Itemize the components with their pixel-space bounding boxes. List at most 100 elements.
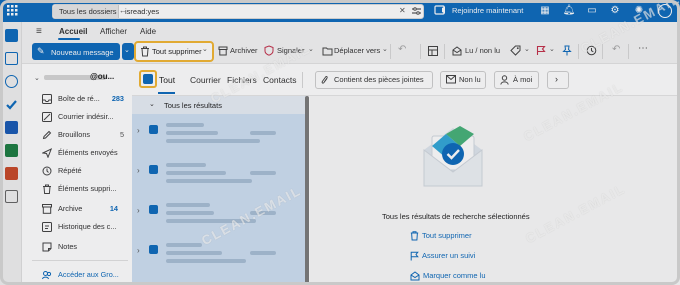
word-icon[interactable] [5, 121, 18, 134]
divider [302, 72, 303, 88]
folder-item-junk[interactable]: Courrier indésir... [22, 109, 132, 125]
more-apps-icon[interactable] [5, 190, 18, 203]
inbox-icon [42, 94, 52, 104]
join-now-button[interactable]: Rejoindre maintenant [452, 6, 523, 15]
chevron-down-icon[interactable]: ⌄ [549, 45, 555, 53]
reading-pane: Tous les résultats de recherche sélectio… [310, 96, 680, 285]
account-name[interactable]: @ou... [90, 72, 114, 81]
chevron-right-icon: › [137, 246, 140, 255]
folder-item-repeat[interactable]: Répété [22, 163, 132, 179]
unread-filter[interactable]: Non lu [440, 71, 486, 89]
checkbox-checked-icon[interactable] [149, 125, 158, 134]
mark-as-read-action-label: Marquer comme lu [423, 271, 486, 280]
ribbon-tabs: ≡ Accueil Afficher Aide [22, 22, 680, 40]
lightbulb-icon[interactable]: ✺ [632, 4, 646, 18]
follow-up-action-label: Assurer un suivi [422, 251, 476, 260]
tab-accueil[interactable]: Accueil [59, 27, 87, 36]
search-input[interactable]: isread:yes [125, 7, 159, 16]
tab-afficher[interactable]: Afficher [100, 27, 127, 36]
history-icon [42, 222, 52, 232]
folder-label: Archive [58, 204, 83, 213]
tab-courrier[interactable]: Courrier [190, 75, 221, 85]
teams-icon[interactable] [434, 4, 448, 18]
preview-redacted [166, 179, 252, 183]
trash-icon [140, 46, 150, 57]
toolbar: ✎ Nouveau message ⌄ Tout supprimer ⌄ Arc… [22, 40, 680, 64]
select-all-checkbox[interactable] [139, 70, 157, 88]
checkbox-checked-icon[interactable] [149, 165, 158, 174]
bell-icon[interactable]: 🔔︎ [562, 4, 576, 18]
list-item[interactable]: › [132, 195, 307, 233]
new-message-label: Nouveau message [51, 48, 114, 57]
list-item[interactable]: › [132, 235, 307, 273]
envelope-icon [446, 75, 456, 84]
grid-icon[interactable]: ▦ [538, 4, 552, 18]
search-scope-dropdown[interactable]: Tous les dossiers [53, 5, 119, 18]
list-item[interactable]: › [132, 115, 307, 153]
folder-label: Notes [58, 242, 78, 251]
megaphone-icon[interactable]: ▭ [585, 4, 599, 18]
tab-contacts[interactable]: Contacts [263, 75, 297, 85]
pin-icon[interactable] [562, 45, 572, 56]
filter-bar: Tout Courrier Fichiers Contacts Contient… [132, 64, 680, 96]
checkbox-checked-icon[interactable] [149, 205, 158, 214]
delete-all-action-label: Tout supprimer [422, 231, 472, 240]
tab-aide[interactable]: Aide [140, 27, 156, 36]
results-group-header[interactable]: ⌄ Tous les résultats [132, 96, 307, 114]
list-item[interactable]: › [132, 155, 307, 193]
table-view-icon[interactable] [428, 46, 438, 56]
folder-item-drafts[interactable]: Brouillons 5 [22, 127, 132, 143]
folder-move-icon [322, 46, 333, 56]
filter-icon[interactable] [411, 6, 422, 17]
tag-icon[interactable] [510, 45, 521, 56]
reply-all-icon[interactable]: ↶ [398, 44, 406, 55]
people-icon[interactable] [5, 75, 18, 88]
chevron-down-icon[interactable]: ⌄ [34, 74, 40, 82]
chevron-down-icon[interactable]: ⌄ [524, 45, 530, 53]
folder-label: Éléments envoyés [58, 148, 118, 157]
checkbox-checked-icon[interactable] [149, 245, 158, 254]
shield-icon [264, 45, 274, 56]
excel-icon[interactable] [5, 144, 18, 157]
new-message-dropdown[interactable]: ⌄ [122, 43, 134, 60]
chevron-down-icon: ⌄ [202, 46, 208, 53]
more-filters-button[interactable]: › [547, 71, 569, 89]
paperclip-icon [321, 75, 329, 85]
to-me-filter[interactable]: À moi [494, 71, 539, 89]
folder-pane: ⌄ @ou... Boîte de ré... 283 Courrier ind… [22, 64, 132, 285]
folder-item-sent[interactable]: Éléments envoyés [22, 145, 132, 161]
powerpoint-icon[interactable] [5, 167, 18, 180]
toolbar-divider [578, 44, 579, 59]
flag-icon[interactable] [536, 45, 546, 56]
app-launcher-icon[interactable] [6, 4, 18, 16]
snooze-icon[interactable] [586, 45, 597, 56]
folder-item-notes[interactable]: Notes [22, 239, 132, 255]
tab-fichiers[interactable]: Fichiers [227, 75, 257, 85]
search-box[interactable]: Tous les dossiers ← isread:yes ✕ [52, 4, 424, 19]
unread-count-badge: 14 [109, 204, 118, 213]
toolbar-divider [390, 44, 391, 59]
todo-icon[interactable] [5, 98, 18, 111]
more-options-icon[interactable]: ⋯ [638, 43, 648, 54]
repeat-icon [42, 166, 52, 176]
delete-all-button[interactable]: Tout supprimer ⌄ [134, 41, 214, 62]
hamburger-icon[interactable]: ≡ [36, 26, 42, 37]
undo-icon[interactable]: ↶ [612, 44, 620, 55]
new-message-button[interactable]: ✎ Nouveau message [32, 43, 120, 60]
clear-search-icon[interactable]: ✕ [399, 6, 406, 15]
folder-item-deleted[interactable]: Éléments suppri... [22, 181, 132, 197]
folder-item-history[interactable]: Historique des c... [22, 219, 132, 235]
folder-item-inbox[interactable]: Boîte de ré... 283 [22, 91, 132, 107]
toolbar-divider [420, 44, 421, 59]
active-tab-indicator [158, 92, 175, 94]
avatar[interactable] [658, 4, 672, 18]
gear-icon[interactable]: ⚙ [608, 4, 622, 18]
mail-icon[interactable] [5, 29, 18, 42]
scrollbar[interactable] [305, 96, 309, 285]
chevron-down-icon: ⌄ [149, 101, 155, 108]
calendar-icon[interactable] [5, 52, 18, 65]
tab-tout[interactable]: Tout [159, 75, 175, 85]
go-to-groups-link[interactable]: Accéder aux Gro... [22, 267, 132, 283]
folder-item-archive[interactable]: Archive 14 [22, 201, 132, 217]
has-attachments-filter[interactable]: Contient des pièces jointes [315, 71, 433, 89]
